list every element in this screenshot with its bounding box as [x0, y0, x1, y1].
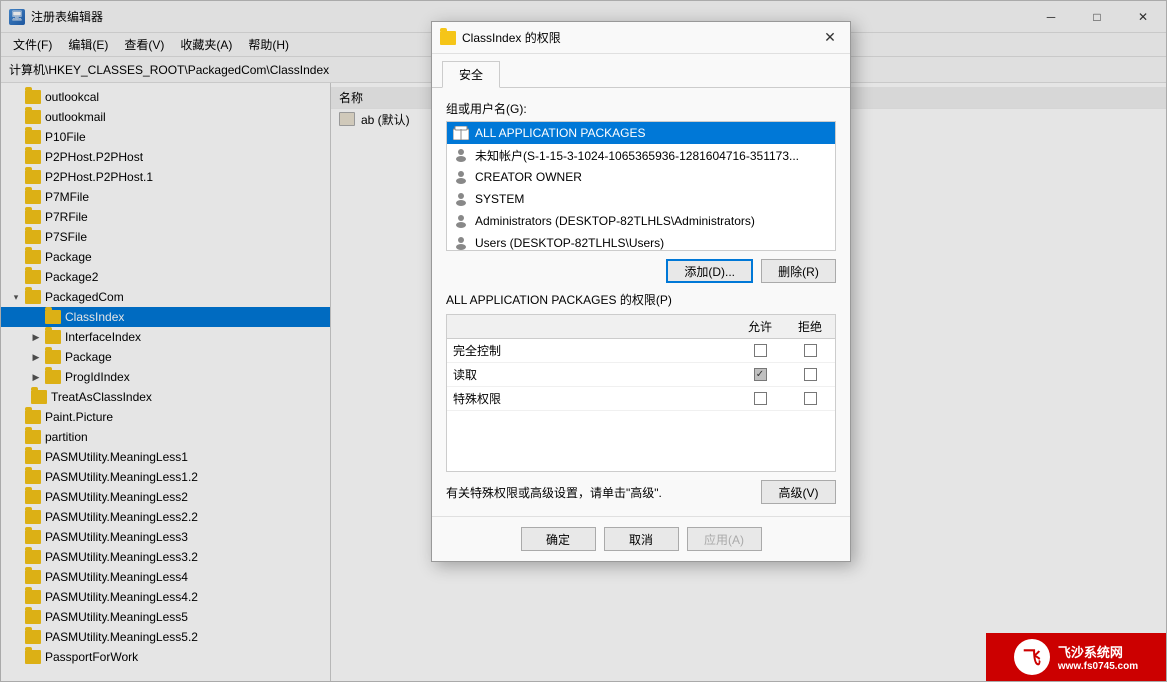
- checkbox-allow-full-control[interactable]: [754, 344, 767, 357]
- dialog-title-bar: ClassIndex 的权限 ✕: [432, 22, 850, 54]
- perm-name-special: 特殊权限: [447, 387, 735, 410]
- person-icon: [453, 148, 469, 162]
- user-list-item-unknown[interactable]: 未知帐户(S-1-15-3-1024-1065365936-1281604716…: [447, 144, 835, 166]
- checkbox-deny-full-control[interactable]: [804, 344, 817, 357]
- user-list[interactable]: ALL APPLICATION PACKAGES 未知帐户(S-1-15-3-1…: [446, 121, 836, 251]
- advanced-row: 有关特殊权限或高级设置，请单击"高级". 高级(V): [446, 480, 836, 504]
- perm-allow-full-control[interactable]: [735, 344, 785, 357]
- user-list-item-system[interactable]: SYSTEM: [447, 188, 835, 210]
- watermark: 飞 飞沙系统网 www.fs0745.com: [986, 633, 1166, 681]
- package-icon: [453, 126, 469, 140]
- user-label: 未知帐户(S-1-15-3-1024-1065365936-1281604716…: [475, 147, 799, 164]
- checkbox-deny-read[interactable]: [804, 368, 817, 381]
- user-label: Administrators (DESKTOP-82TLHLS\Administ…: [475, 214, 755, 228]
- perm-row-empty: [447, 411, 835, 471]
- perm-deny-special[interactable]: [785, 392, 835, 405]
- perms-table-header: 允许 拒绝: [447, 315, 835, 339]
- remove-user-button[interactable]: 删除(R): [761, 259, 836, 283]
- person-icon: [453, 236, 469, 250]
- add-user-button[interactable]: 添加(D)...: [666, 259, 753, 283]
- main-window: 🖥 注册表编辑器 ─ □ ✕ 文件(F) 编辑(E) 查看(V) 收藏夹(A) …: [0, 0, 1167, 682]
- user-list-item-creator-owner[interactable]: CREATOR OWNER: [447, 166, 835, 188]
- permissions-section-title: ALL APPLICATION PACKAGES 的权限(P): [446, 291, 836, 308]
- perm-allow-read[interactable]: [735, 368, 785, 381]
- user-label: SYSTEM: [475, 192, 524, 206]
- user-label: Users (DESKTOP-82TLHLS\Users): [475, 236, 664, 250]
- perms-col-name-header: [447, 315, 735, 338]
- perms-col-deny-header: 拒绝: [785, 315, 835, 338]
- perms-col-allow-header: 允许: [735, 315, 785, 338]
- dialog-folder-icon: [440, 31, 456, 45]
- perm-row-read: 读取: [447, 363, 835, 387]
- dialog-title: ClassIndex 的权限: [462, 29, 818, 46]
- dialog-tabs: 安全: [432, 54, 850, 88]
- dialog-close-button[interactable]: ✕: [818, 26, 842, 50]
- group-label: 组或用户名(G):: [446, 100, 836, 117]
- tab-security[interactable]: 安全: [442, 61, 500, 88]
- watermark-text: 飞沙系统网 www.fs0745.com: [1058, 642, 1138, 672]
- user-label: ALL APPLICATION PACKAGES: [475, 126, 646, 140]
- permissions-table: 允许 拒绝 完全控制 读取: [446, 314, 836, 472]
- user-list-item-all-app-packages[interactable]: ALL APPLICATION PACKAGES: [447, 122, 835, 144]
- person-icon: [453, 214, 469, 228]
- person-icon: [453, 192, 469, 206]
- advanced-button[interactable]: 高级(V): [761, 480, 836, 504]
- apply-button[interactable]: 应用(A): [687, 527, 762, 551]
- perm-row-special: 特殊权限: [447, 387, 835, 411]
- perm-deny-read[interactable]: [785, 368, 835, 381]
- checkbox-allow-special[interactable]: [754, 392, 767, 405]
- user-action-buttons: 添加(D)... 删除(R): [446, 259, 836, 283]
- user-list-item-administrators[interactable]: Administrators (DESKTOP-82TLHLS\Administ…: [447, 210, 835, 232]
- perm-allow-special[interactable]: [735, 392, 785, 405]
- perm-name-read: 读取: [447, 363, 735, 386]
- perm-row-full-control: 完全控制: [447, 339, 835, 363]
- permissions-dialog: ClassIndex 的权限 ✕ 安全 组或用户名(G):: [431, 21, 851, 562]
- perm-name-full-control: 完全控制: [447, 339, 735, 362]
- ok-button[interactable]: 确定: [521, 527, 596, 551]
- user-list-item-users[interactable]: Users (DESKTOP-82TLHLS\Users): [447, 232, 835, 251]
- perm-deny-full-control[interactable]: [785, 344, 835, 357]
- checkbox-deny-special[interactable]: [804, 392, 817, 405]
- user-label: CREATOR OWNER: [475, 170, 582, 184]
- cancel-button[interactable]: 取消: [604, 527, 679, 551]
- checkbox-allow-read[interactable]: [754, 368, 767, 381]
- watermark-icon: 飞: [1014, 639, 1050, 675]
- dialog-bottom-buttons: 确定 取消 应用(A): [432, 516, 850, 561]
- person-icon: [453, 170, 469, 184]
- advanced-hint: 有关特殊权限或高级设置，请单击"高级".: [446, 484, 761, 501]
- dialog-content: 组或用户名(G): ALL APPLICATION PACKAGES: [432, 88, 850, 516]
